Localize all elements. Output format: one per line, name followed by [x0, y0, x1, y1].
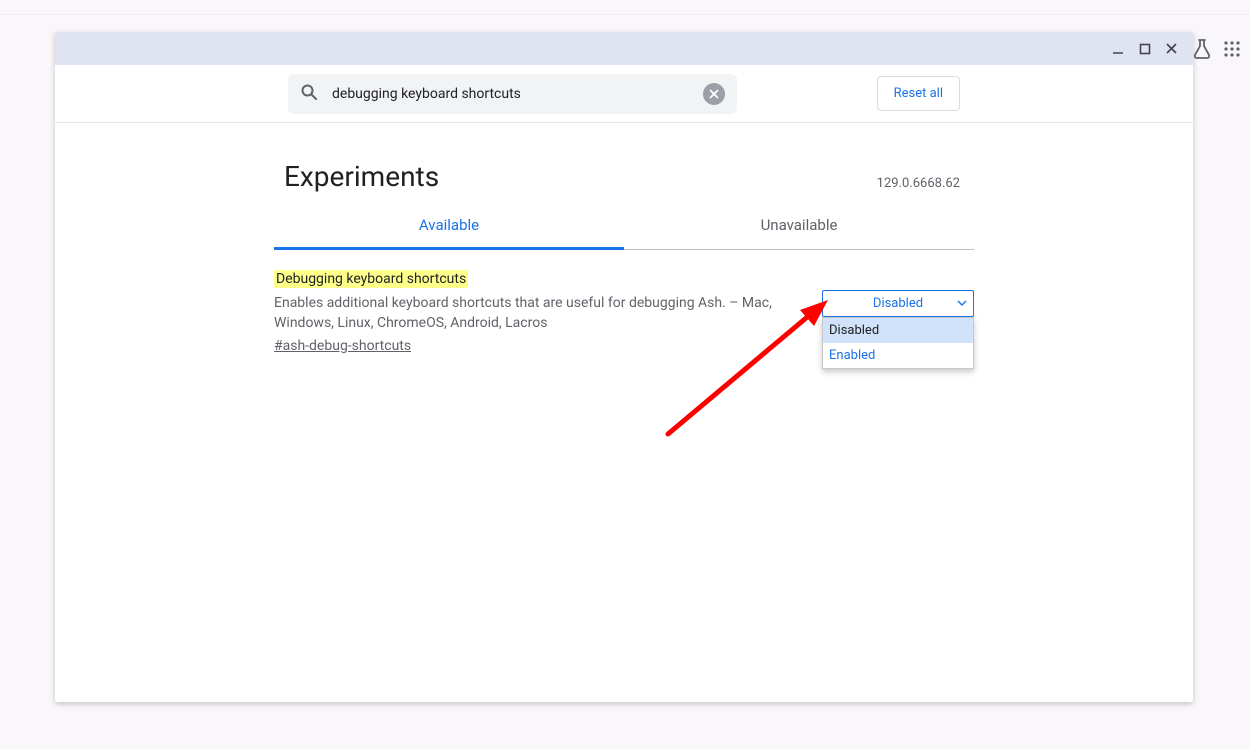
toolbar: Reset all [55, 65, 1193, 123]
maximize-button[interactable] [1131, 35, 1158, 62]
page-title: Experiments [274, 160, 439, 193]
tab-available[interactable]: Available [274, 201, 624, 249]
option-enabled[interactable]: Enabled [823, 343, 973, 368]
grid-menu-icon[interactable] [1224, 41, 1240, 57]
version-label: 129.0.6668.62 [877, 176, 974, 193]
search-field[interactable] [288, 74, 737, 114]
search-input[interactable] [318, 85, 703, 103]
tab-unavailable[interactable]: Unavailable [624, 201, 974, 249]
flag-description: Enables additional keyboard shortcuts th… [274, 293, 802, 334]
reset-all-button[interactable]: Reset all [877, 76, 960, 111]
flask-icon[interactable] [1192, 38, 1212, 60]
clear-search-icon[interactable] [703, 83, 725, 105]
window-titlebar [55, 32, 1193, 65]
browser-shelf-strip [0, 0, 1250, 15]
flag-title: Debugging keyboard shortcuts [274, 270, 468, 288]
flag-hash-link[interactable]: #ash-debug-shortcuts [274, 338, 411, 354]
select-current-value: Disabled [873, 296, 923, 311]
flag-state-dropdown: Disabled Enabled [822, 317, 974, 369]
close-button[interactable] [1158, 35, 1185, 62]
flag-entry: Debugging keyboard shortcuts Enables add… [274, 250, 974, 369]
flags-window: Reset all Experiments 129.0.6668.62 Avai… [55, 32, 1193, 702]
flag-state-select[interactable]: Disabled [822, 290, 974, 317]
tab-bar: Available Unavailable [274, 201, 974, 250]
minimize-button[interactable] [1104, 35, 1131, 62]
search-icon [300, 83, 318, 105]
option-disabled[interactable]: Disabled [823, 318, 973, 343]
